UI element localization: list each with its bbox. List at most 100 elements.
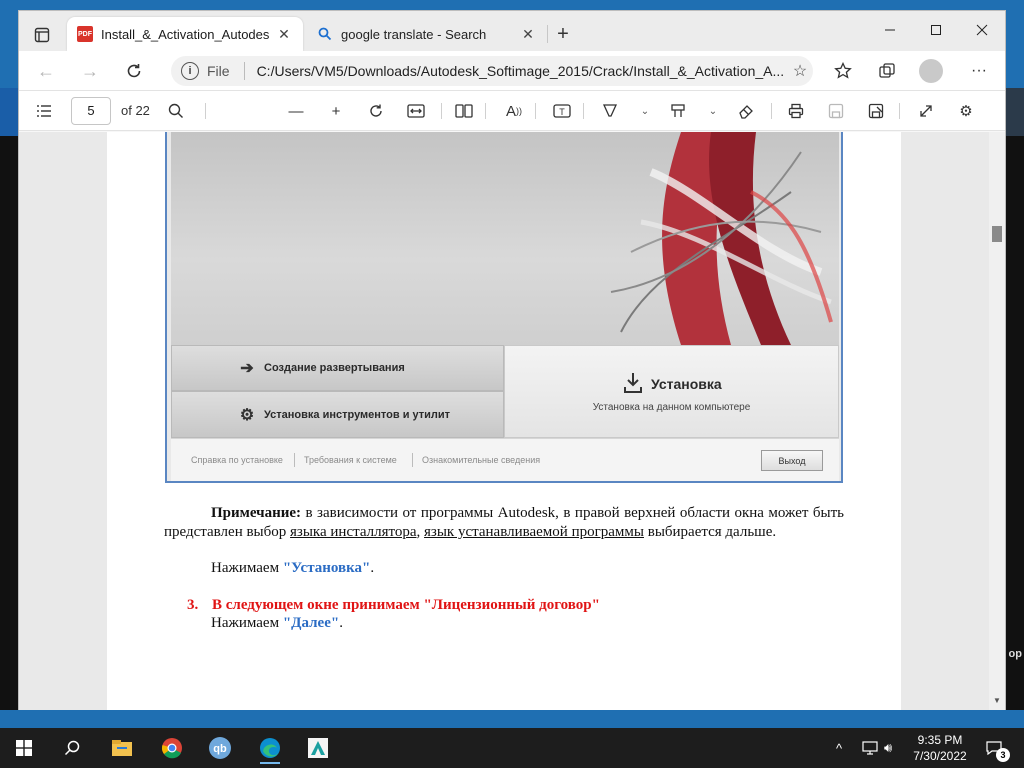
close-tab-icon[interactable]: ✕ xyxy=(275,26,293,43)
draw-icon[interactable] xyxy=(597,99,623,123)
tab-title: Install_&_Activation_Autodesk_2( xyxy=(101,26,269,42)
edge-icon[interactable] xyxy=(250,732,290,764)
chevron-down-icon[interactable]: ⌄ xyxy=(639,101,651,121)
search-icon[interactable] xyxy=(52,732,92,764)
tab-pdf[interactable]: PDF Install_&_Activation_Autodesk_2( ✕ xyxy=(67,17,303,51)
install-tools-button[interactable]: ⚙ Установка инструментов и утилит xyxy=(171,391,504,438)
toolbar-divider xyxy=(583,103,584,119)
url-divider xyxy=(243,62,245,80)
settings-gear-icon[interactable]: ⚙ xyxy=(953,99,979,123)
info-icon[interactable]: i xyxy=(181,62,199,80)
more-options-icon[interactable]: ··· xyxy=(965,59,993,83)
toolbar-divider xyxy=(535,103,536,119)
note-text: выбирается дальше. xyxy=(643,524,777,540)
clock-time: 9:35 PM xyxy=(917,733,963,747)
maximize-button[interactable] xyxy=(913,15,959,45)
page-view-icon[interactable] xyxy=(451,99,477,123)
new-tab-button[interactable]: + xyxy=(550,21,576,47)
taskbar: qb ^ 🔊︎ 9:35 PM 7/30/2022 3 xyxy=(0,728,1024,768)
save-icon[interactable] xyxy=(823,99,849,123)
desktop-background xyxy=(0,88,20,136)
autodesk-icon[interactable] xyxy=(298,732,338,764)
taskbar-clock[interactable]: 9:35 PM 7/30/2022 xyxy=(900,732,980,764)
contents-icon[interactable] xyxy=(31,99,57,123)
instruction-target: "Далее" xyxy=(282,615,340,631)
readme-link[interactable]: Ознакомительные сведения xyxy=(422,455,540,465)
scroll-down-arrow[interactable]: ▼ xyxy=(992,696,1002,706)
installation-help-link[interactable]: Справка по установке xyxy=(191,455,283,465)
read-aloud-icon[interactable]: A)) xyxy=(501,99,527,123)
fullscreen-icon[interactable] xyxy=(913,99,939,123)
show-hidden-icons-icon[interactable]: ^ xyxy=(836,728,842,768)
zoom-out-icon[interactable]: — xyxy=(283,99,309,123)
zoom-in-icon[interactable]: + xyxy=(323,99,349,123)
instruction-line: Нажимаем "Далее". xyxy=(211,615,343,632)
gear-icon: ⚙ xyxy=(239,406,255,424)
page-number-input[interactable]: 5 xyxy=(71,97,111,125)
chevron-down-icon[interactable]: ⌄ xyxy=(707,101,719,121)
installer-screenshot: ➔ Создание развертывания ⚙ Установка инс… xyxy=(165,132,843,483)
autodesk-ribbon-art xyxy=(610,132,833,345)
search-icon xyxy=(317,26,333,42)
erase-icon[interactable] xyxy=(733,99,759,123)
footer-divider xyxy=(412,453,413,467)
step-text: В следующем окне принимаем "Лицензионный… xyxy=(212,597,600,613)
qbittorrent-icon[interactable]: qb xyxy=(200,732,240,764)
svg-text:qb: qb xyxy=(213,743,227,755)
minimize-button[interactable] xyxy=(867,15,913,45)
favorites-icon[interactable] xyxy=(829,59,857,83)
back-button[interactable]: ← xyxy=(31,57,61,85)
collections-icon[interactable] xyxy=(873,59,901,83)
toolbar-divider xyxy=(441,103,442,119)
tab-bar: PDF Install_&_Activation_Autodesk_2( ✕ g… xyxy=(19,11,1005,51)
toolbar-divider xyxy=(899,103,900,119)
tab-search[interactable]: google translate - Search ✕ xyxy=(307,17,547,51)
instruction-text: Нажимаем xyxy=(211,560,283,576)
address-bar: ← → i File C:/Users/VM5/Downloads/Autode… xyxy=(19,51,1005,91)
note-text: , xyxy=(416,524,425,540)
note-label: Примечание: xyxy=(211,505,302,521)
volume-icon[interactable]: 🔊︎ xyxy=(884,728,892,768)
create-deployment-button[interactable]: ➔ Создание развертывания xyxy=(171,345,504,391)
notification-count-badge: 3 xyxy=(996,748,1010,762)
vertical-scrollbar[interactable]: ▼ xyxy=(989,132,1005,710)
save-as-icon[interactable] xyxy=(863,99,889,123)
profile-avatar[interactable] xyxy=(919,59,943,83)
chrome-icon[interactable] xyxy=(152,732,192,764)
instruction-text: Нажимаем xyxy=(211,615,283,631)
download-icon xyxy=(623,372,643,396)
install-button[interactable]: Установка Установка на данном компьютере xyxy=(504,345,839,438)
refresh-button[interactable] xyxy=(119,57,149,85)
page-count: of 22 xyxy=(121,103,150,118)
url-field[interactable]: i File C:/Users/VM5/Downloads/Autodesk_S… xyxy=(171,56,813,86)
tab-actions-icon[interactable] xyxy=(25,19,59,51)
exit-button[interactable]: Выход xyxy=(761,450,823,471)
desktop-window-label: op xyxy=(1008,648,1022,660)
add-text-icon[interactable]: T xyxy=(549,99,575,123)
pdf-viewer[interactable]: ➔ Создание развертывания ⚙ Установка инс… xyxy=(19,132,1005,710)
notifications-icon[interactable]: 3 xyxy=(982,736,1010,762)
rotate-icon[interactable] xyxy=(363,99,389,123)
clock-date: 7/30/2022 xyxy=(913,749,967,763)
note-underlined-term: язык устанавливаемой программы xyxy=(424,524,644,540)
system-requirements-link[interactable]: Требования к системе xyxy=(304,455,397,465)
step-heading: 3. В следующем окне принимаем "Лицензионн… xyxy=(187,597,600,614)
instruction-line: Нажимаем "Установка". xyxy=(211,560,374,577)
add-favorite-icon[interactable]: ☆ xyxy=(787,61,813,81)
browser-window: PDF Install_&_Activation_Autodesk_2( ✕ g… xyxy=(18,10,1006,710)
start-windows-icon[interactable] xyxy=(4,732,44,764)
close-tab-icon[interactable]: ✕ xyxy=(519,26,537,43)
highlight-icon[interactable] xyxy=(665,99,691,123)
fit-width-icon[interactable] xyxy=(403,99,429,123)
install-subtitle: Установка на данном компьютере xyxy=(592,402,751,413)
arrow-right-icon: ➔ xyxy=(240,360,254,377)
file-explorer-icon[interactable] xyxy=(102,732,142,764)
network-icon[interactable] xyxy=(862,728,878,768)
scrollbar-thumb[interactable] xyxy=(992,226,1002,242)
close-window-button[interactable] xyxy=(959,15,1005,45)
print-icon[interactable] xyxy=(783,99,809,123)
install-title: Установка xyxy=(651,376,722,392)
forward-button[interactable]: → xyxy=(75,57,105,85)
desktop-background xyxy=(0,136,18,710)
search-icon[interactable] xyxy=(163,99,189,123)
